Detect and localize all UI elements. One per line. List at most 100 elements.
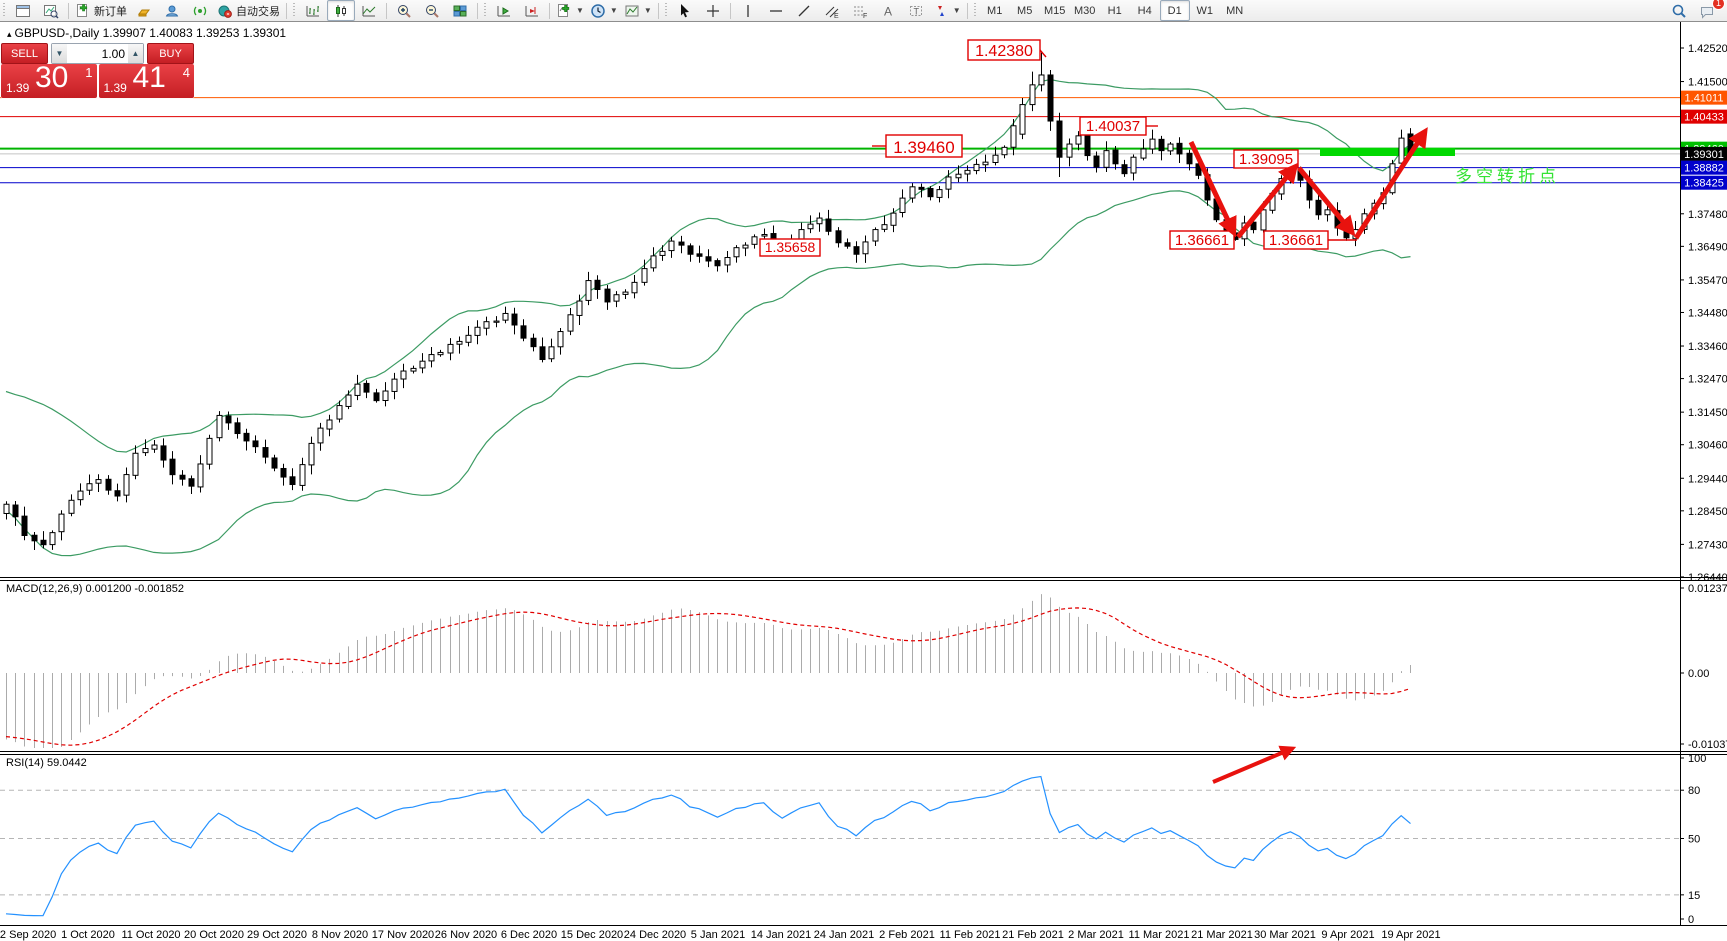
timeframe-d1-button[interactable]: D1 <box>1160 0 1190 21</box>
timeframe-mn-button[interactable]: MN <box>1220 0 1250 21</box>
annotation-text: 1.39095 <box>1239 151 1293 168</box>
date-tick-label: 22 Sep 2020 <box>0 929 56 941</box>
timeframe-m15-button[interactable]: M15 <box>1040 0 1070 21</box>
one-click-trading-panel: SELL ▼ 1.00 ▲ BUY 1.39 30 1 1.39 41 4 <box>1 43 194 98</box>
community-button[interactable] <box>158 0 186 21</box>
date-tick-label: 2 Mar 2021 <box>1068 929 1124 941</box>
date-tick-label: 21 Feb 2021 <box>1002 929 1064 941</box>
gold-button[interactable] <box>130 0 158 21</box>
date-tick-label: 15 Dec 2020 <box>561 929 623 941</box>
svg-text:F: F <box>863 13 867 19</box>
date-tick-label: 30 Mar 2021 <box>1254 929 1316 941</box>
autotrade-button[interactable]: 自动交易 <box>214 0 283 21</box>
crosshair-tool-button[interactable] <box>699 0 727 21</box>
toolbar-grip[interactable] <box>2 3 7 18</box>
chart-magnifier-icon <box>43 3 59 19</box>
volume-value[interactable]: 1.00 <box>67 44 128 63</box>
macd-label: MACD(12,26,9) 0.001200 -0.001852 <box>6 583 184 595</box>
line-chart-icon <box>361 3 377 19</box>
svg-text:0.012372: 0.012372 <box>1688 583 1727 595</box>
sell-price-small: 1.39 <box>6 81 29 95</box>
zoom-in-button[interactable] <box>390 0 418 21</box>
chart-canvas[interactable]: 1.425201.415001.374801.364901.354701.344… <box>0 0 1727 941</box>
chart-title: ▴GBPUSD-,Daily 1.39907 1.40083 1.39253 1… <box>7 26 286 40</box>
chart-symbol-period: GBPUSD-,Daily <box>15 26 100 40</box>
buy-quote-panel[interactable]: 1.39 41 4 <box>99 64 195 98</box>
arrows-tool-button[interactable]: ▼ <box>930 0 964 21</box>
svg-text:1.32470: 1.32470 <box>1688 374 1727 386</box>
date-tick-label: 19 Apr 2021 <box>1381 929 1440 941</box>
svg-text:1.33460: 1.33460 <box>1688 341 1727 353</box>
date-tick-label: 14 Jan 2021 <box>751 929 812 941</box>
templates-dropdown-caret: ▼ <box>644 6 652 15</box>
chart-shift-button[interactable] <box>518 0 546 21</box>
line-chart-mode-button[interactable] <box>355 0 383 21</box>
text-label-icon: T <box>908 3 924 19</box>
new-order-label: 新订单 <box>94 3 127 19</box>
horizontal-line-tool-button[interactable] <box>762 0 790 21</box>
periods-button[interactable]: ▼ <box>587 0 621 21</box>
notifications-button[interactable]: 1 <box>1693 0 1721 21</box>
svg-text:1.38882: 1.38882 <box>1684 163 1724 175</box>
timeframe-h1-button[interactable]: H1 <box>1100 0 1130 21</box>
sell-price-big: 30 <box>35 61 68 95</box>
candlestick-mode-button[interactable] <box>327 0 355 21</box>
svg-text:1.30460: 1.30460 <box>1688 440 1727 452</box>
trendline-tool-button[interactable] <box>790 0 818 21</box>
svg-text:80: 80 <box>1688 785 1700 797</box>
search-button[interactable] <box>1665 0 1693 21</box>
window-icon-button[interactable] <box>9 0 37 21</box>
svg-text:1.31450: 1.31450 <box>1688 407 1727 419</box>
note-layer[interactable]: 多空转折点 <box>1455 167 1560 186</box>
timeframe-m1-button[interactable]: M1 <box>980 0 1010 21</box>
notification-badge: 1 <box>1712 0 1725 10</box>
template-icon <box>624 3 640 19</box>
date-tick-label: 6 Dec 2020 <box>501 929 557 941</box>
date-tick-label: 26 Nov 2020 <box>435 929 497 941</box>
templates-button[interactable]: ▼ <box>621 0 655 21</box>
date-tick-label: 21 Mar 2021 <box>1191 929 1253 941</box>
date-tick-label: 2 Feb 2021 <box>879 929 935 941</box>
fibonacci-tool-button[interactable]: F <box>846 0 874 21</box>
date-tick-label: 8 Nov 2020 <box>312 929 368 941</box>
new-order-button[interactable]: 新订单 <box>72 0 130 21</box>
svg-text:1.37480: 1.37480 <box>1688 209 1727 221</box>
toolbar: 新订单 自动交易 ▼ ▼ <box>0 0 1727 22</box>
bar-chart-mode-button[interactable] <box>299 0 327 21</box>
text-tool-button[interactable]: A <box>874 0 902 21</box>
vertical-line-tool-button[interactable] <box>734 0 762 21</box>
svg-text:1.27430: 1.27430 <box>1688 539 1727 551</box>
auto-scroll-button[interactable] <box>490 0 518 21</box>
support-zone-rectangle[interactable] <box>1320 148 1455 156</box>
timeframe-w1-button[interactable]: W1 <box>1190 0 1220 21</box>
timeframe-m30-button[interactable]: M30 <box>1070 0 1100 21</box>
zoom-in-icon <box>396 3 412 19</box>
zoom-out-button[interactable] <box>418 0 446 21</box>
date-axis: 22 Sep 20201 Oct 202011 Oct 202020 Oct 2… <box>0 929 1441 941</box>
indicators-button[interactable]: ▼ <box>553 0 587 21</box>
svg-text:1.34480: 1.34480 <box>1688 307 1727 319</box>
text-label-tool-button[interactable]: T <box>902 0 930 21</box>
profile-charts-button[interactable] <box>37 0 65 21</box>
signals-button[interactable] <box>186 0 214 21</box>
svg-text:1.36490: 1.36490 <box>1688 241 1727 253</box>
date-tick-label: 29 Oct 2020 <box>247 929 307 941</box>
window-icon <box>15 3 31 19</box>
date-tick-label: 11 Oct 2020 <box>121 929 180 941</box>
arrows-dropdown-caret: ▼ <box>953 6 961 15</box>
chart-ohlc-values: 1.39907 1.40083 1.39253 1.39301 <box>103 26 287 40</box>
timeframe-h4-button[interactable]: H4 <box>1130 0 1160 21</box>
annotation-text: 1.39460 <box>893 138 954 157</box>
annotation-text: 1.36661 <box>1269 232 1323 249</box>
equidistant-channel-tool-button[interactable]: E <box>818 0 846 21</box>
sell-quote-panel[interactable]: 1.39 30 1 <box>1 64 97 98</box>
timeframe-m5-button[interactable]: M5 <box>1010 0 1040 21</box>
turning-point-note[interactable]: 多空转折点 <box>1455 167 1560 186</box>
svg-text:1.42520: 1.42520 <box>1688 43 1727 55</box>
tile-windows-button[interactable] <box>446 0 474 21</box>
cursor-tool-button[interactable] <box>671 0 699 21</box>
zoom-out-icon <box>424 3 440 19</box>
fibonacci-icon: F <box>852 3 868 19</box>
periods-dropdown-caret: ▼ <box>610 6 618 15</box>
svg-text:1.40433: 1.40433 <box>1684 112 1724 124</box>
